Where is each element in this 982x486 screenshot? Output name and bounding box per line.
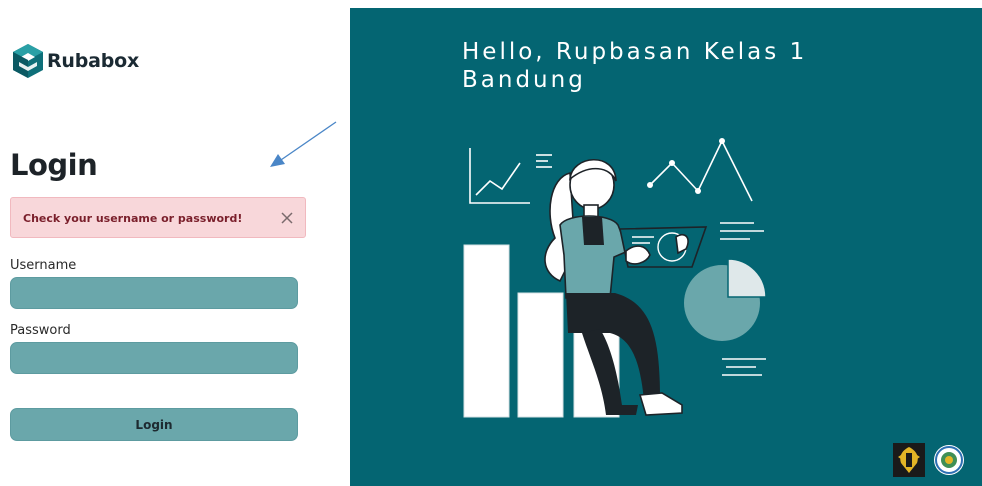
alert-message: Check your username or password! (23, 212, 243, 225)
rubabox-logo-icon (10, 42, 46, 80)
password-label: Password (10, 323, 71, 338)
brand-name: Rubabox (47, 50, 140, 72)
close-icon[interactable] (279, 210, 295, 226)
username-label: Username (10, 258, 77, 273)
password-input[interactable] (10, 342, 298, 374)
brand-logo[interactable]: Rubabox (10, 42, 139, 80)
annotation-arrow-icon (270, 121, 337, 167)
ministry-emblem-icon (893, 443, 925, 477)
data-analytics-woman-illustration (463, 138, 767, 418)
error-alert: Check your username or password! (10, 197, 306, 238)
login-button[interactable]: Login (10, 408, 298, 441)
hero-panel: Hello, Rupbasan Kelas 1 Bandung (350, 8, 982, 486)
greeting-text: Hello, Rupbasan Kelas 1 Bandung (462, 39, 808, 93)
seal-emblem-icon (934, 445, 964, 475)
login-panel: Rubabox Login Check your username or pas… (0, 0, 350, 486)
username-input[interactable] (10, 277, 298, 309)
page-title: Login (10, 148, 98, 182)
